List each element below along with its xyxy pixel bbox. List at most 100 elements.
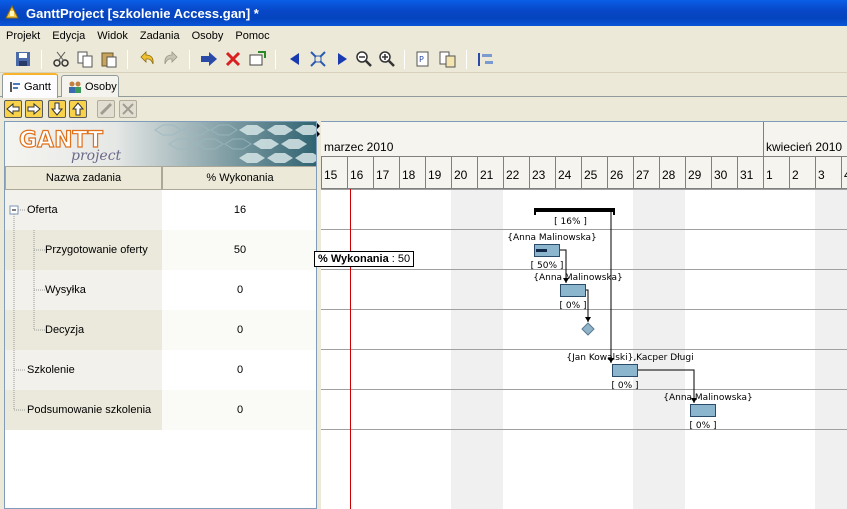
- day-label: 29: [688, 168, 702, 182]
- copy-icon[interactable]: [76, 50, 94, 68]
- task-bar[interactable]: [560, 284, 586, 297]
- task-progress-label: [ 0% ]: [559, 301, 586, 311]
- tab-gantt[interactable]: Gantt: [2, 73, 58, 98]
- task-percent[interactable]: 0: [162, 350, 316, 390]
- gantt-project-logo: GANTT project: [5, 122, 316, 166]
- task-name-cell[interactable]: Przygotowanie oferty: [5, 230, 162, 270]
- dependency-arrow-head: [585, 317, 591, 322]
- task-resource-label: {Anna Malinowska}: [507, 233, 597, 243]
- tree-lines: [13, 350, 25, 390]
- day-label: 24: [558, 168, 572, 182]
- center-icon[interactable]: [309, 50, 327, 68]
- people-tab-icon: [69, 81, 81, 93]
- column-header-name[interactable]: Nazwa zadania: [5, 166, 162, 190]
- scroll-right-icon[interactable]: [333, 50, 351, 68]
- view-tabs: Gantt Osoby: [0, 73, 847, 98]
- move-down-button[interactable]: [48, 100, 66, 118]
- task-resource-label: {Anna Malinowska}: [663, 393, 753, 403]
- indent-right-icon[interactable]: [200, 50, 218, 68]
- menu-osoby[interactable]: Osoby: [186, 30, 230, 42]
- task-name-cell[interactable]: Decyzja: [5, 310, 162, 350]
- delete-icon[interactable]: [224, 50, 242, 68]
- tooltip-label: % Wykonania: [318, 253, 389, 265]
- export-icon[interactable]: [438, 50, 456, 68]
- task-toolbar: [0, 98, 847, 121]
- task-percent[interactable]: 50: [162, 230, 316, 270]
- zoom-out-icon[interactable]: [355, 50, 373, 68]
- undo-icon[interactable]: [138, 50, 156, 68]
- unlink-icon: [122, 103, 134, 115]
- day-label: 23: [532, 168, 546, 182]
- tab-gantt-label: Gantt: [24, 80, 51, 93]
- redo-icon: [164, 51, 178, 65]
- table-row[interactable]: Podsumowanie szkolenia 0: [5, 390, 316, 430]
- day-label: 22: [506, 168, 520, 182]
- outdent-button[interactable]: [4, 100, 22, 118]
- task-bar[interactable]: [690, 404, 716, 417]
- arrow-down-icon: [50, 102, 64, 116]
- logo-word-project: project: [71, 148, 122, 164]
- task-name: Przygotowanie oferty: [45, 244, 148, 256]
- day-label: 17: [376, 168, 390, 182]
- task-percent[interactable]: 0: [162, 270, 316, 310]
- day-label: 31: [740, 168, 754, 182]
- menu-bar: Projekt Edycja Widok Zadania Osoby Pomoc: [0, 26, 847, 46]
- menu-projekt[interactable]: Projekt: [0, 30, 46, 42]
- day-label: 30: [714, 168, 728, 182]
- menu-widok[interactable]: Widok: [91, 30, 134, 42]
- summary-bar[interactable]: [534, 208, 615, 212]
- tree-lines: [13, 270, 45, 310]
- task-percent[interactable]: 0: [162, 310, 316, 350]
- title-bar: GanttProject [szkolenie Access.gan] *: [0, 0, 847, 26]
- cut-icon[interactable]: [52, 50, 70, 68]
- scroll-left-icon[interactable]: [286, 50, 304, 68]
- table-row[interactable]: Szkolenie 0: [5, 350, 316, 390]
- tree-lines: [9, 205, 25, 230]
- print-preview-icon[interactable]: P: [414, 50, 432, 68]
- tree-lines: [13, 390, 25, 411]
- task-name-cell[interactable]: Wysyłka: [5, 270, 162, 310]
- column-header-percent[interactable]: % Wykonania: [162, 166, 316, 190]
- menu-pomoc[interactable]: Pomoc: [229, 30, 275, 42]
- critical-path-icon[interactable]: [477, 50, 495, 68]
- zoom-in-icon[interactable]: [378, 50, 396, 68]
- task-name: Podsumowanie szkolenia: [27, 404, 152, 416]
- table-row[interactable]: Wysyłka 0: [5, 270, 316, 310]
- menu-edycja[interactable]: Edycja: [46, 30, 91, 42]
- save-icon[interactable]: [14, 50, 32, 68]
- day-label: 27: [636, 168, 650, 182]
- indent-button[interactable]: [25, 100, 43, 118]
- task-progress-label: [ 0% ]: [689, 421, 716, 431]
- logo-graphic: GANTT project: [5, 122, 316, 166]
- summary-bar-cap: [534, 208, 536, 215]
- properties-icon[interactable]: [248, 50, 266, 68]
- task-name-cell[interactable]: Szkolenie: [5, 350, 162, 390]
- day-label: 15: [324, 168, 338, 182]
- task-name: Oferta: [27, 204, 58, 216]
- task-name-cell[interactable]: Podsumowanie szkolenia: [5, 390, 162, 430]
- day-label: 28: [662, 168, 676, 182]
- task-name-cell[interactable]: Oferta: [5, 190, 162, 230]
- arrow-up-icon: [71, 102, 85, 116]
- milestone-marker[interactable]: [581, 322, 595, 336]
- window-title: GanttProject [szkolenie Access.gan] *: [26, 5, 259, 21]
- tab-osoby[interactable]: Osoby: [61, 75, 119, 97]
- task-progress-label: [ 0% ]: [611, 381, 638, 391]
- table-row[interactable]: Decyzja 0: [5, 310, 316, 350]
- gantt-chart[interactable]: marzec 2010 kwiecień 201015 16 17 18 19 20 21 22…: [321, 122, 847, 509]
- day-label: 21: [480, 168, 494, 182]
- task-name: Wysyłka: [45, 284, 86, 296]
- task-resource-label: {Jan Kowalski},Kacper Długi: [566, 353, 693, 363]
- menu-zadania[interactable]: Zadania: [134, 30, 186, 42]
- day-label: 18: [402, 168, 416, 182]
- task-progress-label: [ 50% ]: [531, 261, 564, 271]
- table-row[interactable]: Przygotowanie oferty 50: [5, 230, 316, 270]
- task-percent[interactable]: 16: [162, 190, 316, 230]
- task-percent[interactable]: 0: [162, 390, 316, 430]
- task-bar[interactable]: [612, 364, 638, 377]
- move-up-button[interactable]: [69, 100, 87, 118]
- day-label: 25: [584, 168, 598, 182]
- paste-icon[interactable]: [100, 50, 118, 68]
- percent-tooltip: % Wykonania : 50: [314, 251, 415, 267]
- table-row[interactable]: Oferta 16: [5, 190, 316, 230]
